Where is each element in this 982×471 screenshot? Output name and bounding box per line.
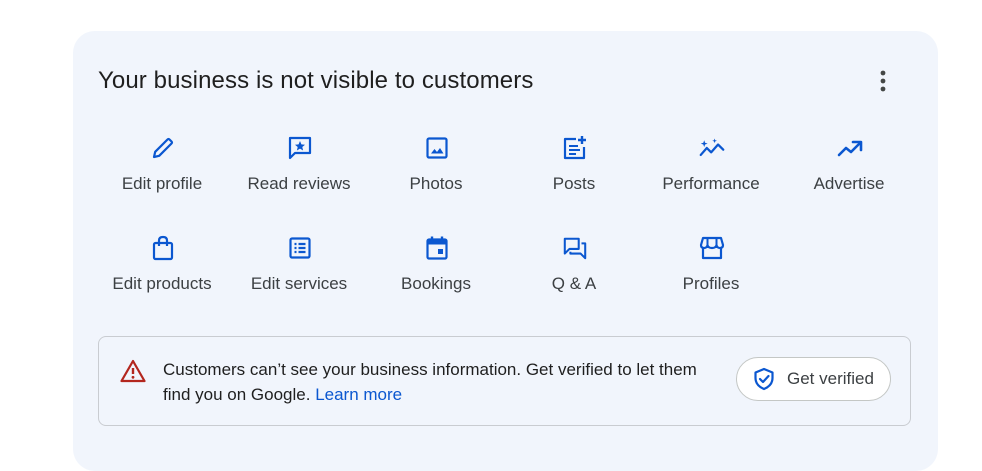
action-label: Performance bbox=[662, 174, 760, 193]
performance-sparkle-icon bbox=[699, 135, 725, 161]
banner-message: Customers can’t see your business inform… bbox=[163, 357, 723, 407]
action-profiles[interactable]: Profiles bbox=[642, 235, 780, 299]
action-qa[interactable]: Q & A bbox=[505, 235, 643, 299]
action-label: Edit services bbox=[250, 274, 348, 293]
banner-message-text: Customers can’t see your business inform… bbox=[163, 360, 697, 404]
trending-up-icon bbox=[837, 135, 863, 161]
warning-icon bbox=[120, 359, 146, 383]
list-alt-icon bbox=[287, 235, 313, 261]
action-edit-profile[interactable]: Edit profile bbox=[93, 135, 231, 199]
action-edit-services[interactable]: Edit services bbox=[230, 235, 368, 299]
action-label: Posts bbox=[552, 174, 596, 193]
action-photos[interactable]: Photos bbox=[367, 135, 505, 199]
pencil-icon bbox=[150, 135, 176, 161]
action-label: Q & A bbox=[551, 274, 597, 293]
action-label: Edit profile bbox=[121, 174, 203, 193]
storefront-icon bbox=[699, 235, 725, 261]
business-card: Your business is not visible to customer… bbox=[73, 31, 938, 471]
action-label: Advertise bbox=[813, 174, 885, 193]
action-advertise[interactable]: Advertise bbox=[780, 135, 918, 199]
get-verified-button[interactable]: Get verified bbox=[736, 357, 891, 401]
forum-icon bbox=[562, 235, 588, 261]
review-star-icon bbox=[287, 135, 313, 161]
action-performance[interactable]: Performance bbox=[642, 135, 780, 199]
action-label: Photos bbox=[409, 174, 463, 193]
action-posts[interactable]: Posts bbox=[505, 135, 643, 199]
get-verified-label: Get verified bbox=[787, 369, 874, 388]
shopping-bag-icon bbox=[150, 235, 176, 261]
calendar-icon bbox=[424, 235, 450, 261]
action-bookings[interactable]: Bookings bbox=[367, 235, 505, 299]
action-label: Edit products bbox=[112, 274, 212, 293]
verification-banner: Customers can’t see your business inform… bbox=[98, 336, 911, 426]
action-label: Read reviews bbox=[247, 174, 351, 193]
photo-icon bbox=[424, 135, 450, 161]
action-read-reviews[interactable]: Read reviews bbox=[230, 135, 368, 199]
action-label: Profiles bbox=[682, 274, 740, 293]
verified-shield-icon bbox=[752, 367, 776, 391]
post-add-icon bbox=[562, 135, 588, 161]
action-label: Bookings bbox=[401, 274, 471, 293]
learn-more-link[interactable]: Learn more bbox=[315, 385, 402, 404]
action-edit-products[interactable]: Edit products bbox=[93, 235, 231, 299]
